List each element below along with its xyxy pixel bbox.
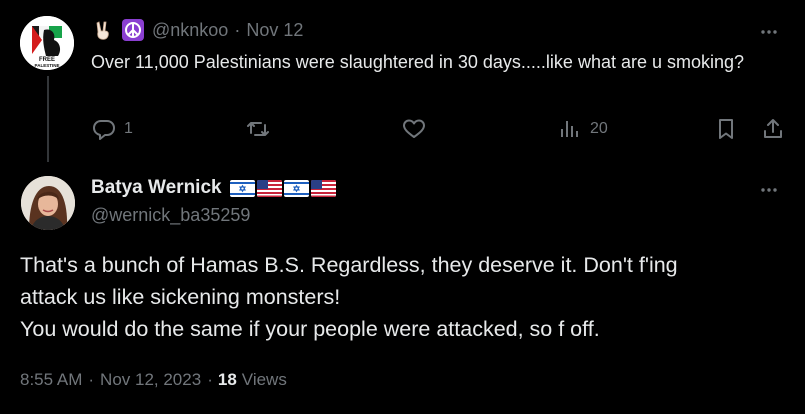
tweet-text: That's a bunch of Hamas B.S. Regardless,… — [20, 249, 780, 345]
views-button[interactable]: 20 — [558, 117, 608, 141]
reply-header: @nknkoo · Nov 12 — [92, 19, 303, 41]
avatar-batya-wernick[interactable] — [21, 176, 75, 230]
bookmark-button[interactable] — [714, 117, 738, 141]
views-icon — [561, 121, 578, 137]
reply-button[interactable]: 1 — [92, 117, 133, 141]
views-count: 20 — [590, 120, 608, 137]
author-name-row: Batya Wernick — [91, 177, 336, 199]
avatar-nknkoo[interactable]: FREE PALESTINE — [20, 16, 74, 70]
bookmark-icon — [719, 119, 733, 139]
like-icon — [403, 119, 425, 138]
peace-symbol-emoji — [122, 19, 144, 41]
tweet-text-line: You would do the same if your people wer… — [20, 317, 600, 341]
like-button[interactable] — [402, 117, 426, 141]
views-label: Views — [241, 370, 287, 389]
share-icon — [764, 119, 782, 138]
tweet-date[interactable]: Nov 12, 2023 — [100, 370, 201, 390]
reply-handle[interactable]: @nknkoo — [152, 20, 228, 41]
retweet-icon — [247, 122, 269, 136]
reply-count: 1 — [124, 120, 133, 137]
action-bar: 1 20 — [0, 117, 805, 143]
share-button[interactable] — [761, 117, 785, 141]
more-icon[interactable] — [759, 180, 779, 200]
tweet-text-line: attack us like sickening monsters! — [20, 285, 341, 309]
israel-flag-icon — [283, 179, 309, 197]
us-flag-icon — [256, 179, 282, 197]
separator: · — [88, 370, 95, 389]
author-name[interactable]: Batya Wernick — [91, 177, 222, 199]
retweet-button[interactable] — [246, 117, 270, 141]
reply-text: Over 11,000 Palestinians were slaughtere… — [91, 52, 745, 72]
us-flag-icon — [310, 179, 336, 197]
victory-hand-emoji — [92, 19, 114, 41]
svg-text:PALESTINE: PALESTINE — [35, 63, 60, 68]
separator: · — [234, 19, 241, 40]
more-icon[interactable] — [759, 22, 779, 42]
tweet-meta: 8:55 AM · Nov 12, 2023 · 18 Views — [20, 370, 287, 390]
views-count: 18 — [217, 370, 237, 389]
author-handle[interactable]: @wernick_ba35259 — [91, 205, 250, 226]
tweet-text-line: That's a bunch of Hamas B.S. Regardless,… — [20, 253, 678, 277]
separator: · — [207, 370, 213, 389]
reply-icon — [93, 120, 115, 140]
israel-flag-icon — [229, 179, 255, 197]
tweet-time[interactable]: 8:55 AM — [20, 370, 82, 390]
reply-date[interactable]: Nov 12 — [246, 20, 303, 41]
